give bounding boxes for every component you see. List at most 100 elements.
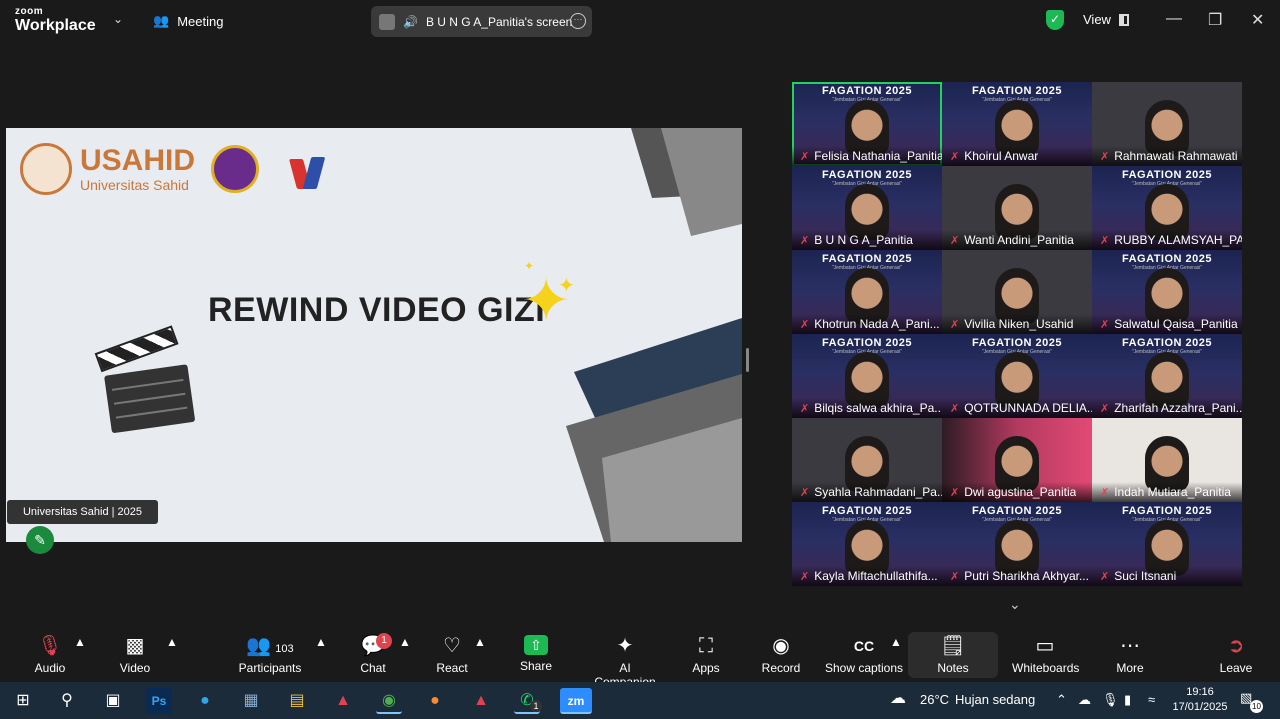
firefox-icon[interactable]: ●	[422, 688, 448, 714]
apps-button[interactable]: ⛶ Apps	[690, 635, 722, 675]
participant-tile[interactable]: FAGATION 2025"Jembatan Gizi Antar Genera…	[792, 334, 942, 418]
ai-companion-button[interactable]: ✦ AI Companion	[587, 635, 663, 689]
chevron-down-icon[interactable]: ⌄	[113, 12, 123, 26]
chat-label: Chat	[360, 661, 386, 675]
participant-tile[interactable]: FAGATION 2025"Jembatan Gizi Antar Genera…	[1092, 502, 1242, 586]
task-view-icon[interactable]: ▣	[100, 688, 126, 714]
mendeley-icon[interactable]: ▲	[468, 688, 494, 714]
acrobat-icon[interactable]: ▲	[330, 688, 356, 714]
participant-name: Syahla Rahmadani_Pa...	[814, 485, 942, 499]
participant-tile[interactable]: ✗ Indah Mutiara_Panitia	[1092, 418, 1242, 502]
leave-button[interactable]: ➲ Leave	[1218, 635, 1254, 675]
participant-namebar: ✗ Bilqis salwa akhira_Pa...	[792, 398, 942, 418]
notifications-icon[interactable]: ▧ 10	[1240, 690, 1263, 713]
participant-tile[interactable]: FAGATION 2025"Jembatan Gizi Antar Genera…	[942, 82, 1092, 166]
react-button[interactable]: ♡ React	[434, 635, 470, 675]
weather-cloud-icon: ☁	[890, 690, 906, 707]
file-explorer-icon[interactable]: ▤	[284, 688, 310, 714]
weather-temp[interactable]: 26°C	[920, 692, 949, 707]
participant-tile[interactable]: ✗ Wanti Andini_Panitia	[942, 166, 1092, 250]
participant-tile[interactable]: ✗ Rahmawati Rahmawati	[1092, 82, 1242, 166]
video-button[interactable]: ▩ Video	[115, 635, 155, 675]
whatsapp-icon[interactable]: ✆ 1	[514, 688, 542, 714]
wifi-icon[interactable]: ≈	[1148, 692, 1155, 707]
participant-tile[interactable]: FAGATION 2025"Jembatan Gizi Antar Genera…	[792, 502, 942, 586]
leave-door-icon: ➲	[1227, 635, 1245, 657]
mic-muted-icon: ✗	[950, 486, 960, 499]
whiteboards-button[interactable]: ▭ Whiteboards	[1012, 635, 1079, 675]
chat-options-caret-icon[interactable]: ▲	[399, 635, 411, 649]
participant-tile[interactable]: ✗ Vivilia Niken_Usahid	[942, 250, 1092, 334]
participant-tile[interactable]: FAGATION 2025"Jembatan Gizi Antar Genera…	[1092, 166, 1242, 250]
participant-tile[interactable]: FAGATION 2025"Jembatan Gizi Antar Genera…	[792, 82, 942, 166]
notification-count: 10	[1250, 700, 1263, 713]
more-button[interactable]: ⋯ More	[1112, 635, 1148, 675]
participant-tile[interactable]: FAGATION 2025"Jembatan Gizi Antar Genera…	[1092, 334, 1242, 418]
edge-browser-icon[interactable]: ●	[192, 688, 218, 714]
participant-name: Bilqis salwa akhira_Pa...	[814, 401, 942, 415]
mic-muted-icon: ✗	[1100, 402, 1110, 415]
meeting-toolbar: 🎙 Audio ▲ ▩ Video ▲ 👥 103 Participants ▲ …	[0, 627, 1280, 689]
participant-namebar: ✗ Vivilia Niken_Usahid	[942, 314, 1092, 334]
zoom-taskbar-icon[interactable]: zm	[560, 688, 592, 714]
split-view-handle[interactable]	[746, 348, 749, 372]
photoshop-icon[interactable]: Ps	[146, 688, 172, 714]
onedrive-icon[interactable]: ☁	[1078, 692, 1091, 708]
minimize-icon[interactable]: —	[1166, 10, 1182, 28]
react-options-caret-icon[interactable]: ▲	[474, 635, 486, 649]
close-icon[interactable]: ✕	[1251, 10, 1264, 30]
view-button[interactable]: View	[1083, 12, 1129, 27]
participant-namebar: ✗ Suci Itsnani	[1092, 566, 1242, 586]
audio-button[interactable]: 🎙 Audio	[30, 635, 70, 675]
microphone-icon[interactable]: 🎙	[1102, 692, 1119, 708]
battery-icon[interactable]: ▮	[1124, 692, 1131, 708]
apps-icon: ⛶	[699, 635, 713, 657]
search-icon[interactable]: ⚲	[54, 688, 80, 714]
tray-chevron-up-icon[interactable]: ⌃	[1056, 692, 1067, 708]
zoom-workplace-logo[interactable]: zoom Workplace	[15, 7, 96, 34]
mic-muted-icon: ✗	[800, 486, 810, 499]
participant-name: Indah Mutiara_Panitia	[1114, 485, 1231, 499]
share-button[interactable]: ⇧ Share	[518, 635, 554, 673]
system-clock[interactable]: 19:16 17/01/2025	[1172, 685, 1228, 715]
participant-namebar: ✗ Wanti Andini_Panitia	[942, 230, 1092, 250]
participant-tile[interactable]: ✗ Dwi agustina_Panitia	[942, 418, 1092, 502]
restore-icon[interactable]: ❐	[1208, 10, 1222, 30]
participant-tile[interactable]: ✗ Syahla Rahmadani_Pa...	[792, 418, 942, 502]
participant-namebar: ✗ Syahla Rahmadani_Pa...	[792, 482, 942, 502]
more-options-icon[interactable]: ···	[570, 13, 586, 29]
usahid-wordmark: USAHID Universitas Sahid	[80, 146, 195, 193]
gallery-scroll-down-icon[interactable]: ⌄	[1009, 596, 1021, 613]
meeting-info-button[interactable]: 👥 Meeting	[153, 13, 223, 29]
windows-start-icon[interactable]: ⊞	[10, 688, 36, 714]
brand-logos: USAHID Universitas Sahid	[20, 143, 329, 195]
participant-namebar: ✗ Khotrun Nada A_Pani...	[792, 314, 942, 334]
annotate-pencil-icon[interactable]: ✎	[26, 526, 54, 554]
whatsapp-badge: 1	[530, 700, 542, 712]
screen-share-pill[interactable]: 🔊 B U N G A_Panitia's screen ···	[371, 6, 592, 37]
notes-icon: 🗒	[940, 635, 966, 657]
captions-options-caret-icon[interactable]: ▲	[890, 635, 902, 649]
record-button[interactable]: ◉ Record	[760, 635, 802, 675]
chat-button[interactable]: 💬 1 Chat	[356, 633, 392, 675]
chrome-icon[interactable]: ◉	[376, 688, 402, 714]
store-icon[interactable]: ▦	[238, 688, 264, 714]
participant-tile[interactable]: FAGATION 2025"Jembatan Gizi Antar Genera…	[942, 502, 1092, 586]
participants-options-caret-icon[interactable]: ▲	[315, 635, 327, 649]
mic-muted-icon: ✗	[800, 570, 810, 583]
weather-text[interactable]: Hujan sedang	[955, 692, 1035, 707]
participant-namebar: ✗ Kayla Miftachullathifa...	[792, 566, 942, 586]
security-shield-icon[interactable]: ✓	[1046, 10, 1064, 30]
participant-tile[interactable]: FAGATION 2025"Jembatan Gizi Antar Genera…	[792, 166, 942, 250]
more-icon: ⋯	[1120, 635, 1140, 657]
participant-tile[interactable]: FAGATION 2025"Jembatan Gizi Antar Genera…	[1092, 250, 1242, 334]
audio-options-caret-icon[interactable]: ▲	[74, 635, 86, 649]
notes-button[interactable]: 🗒 Notes	[934, 635, 972, 675]
participants-button[interactable]: 👥 103 Participants	[238, 635, 302, 675]
video-options-caret-icon[interactable]: ▲	[166, 635, 178, 649]
participant-tile[interactable]: FAGATION 2025"Jembatan Gizi Antar Genera…	[942, 334, 1092, 418]
participant-tile[interactable]: FAGATION 2025"Jembatan Gizi Antar Genera…	[792, 250, 942, 334]
mic-muted-icon: ✗	[800, 150, 810, 163]
slide-footer-label: Universitas Sahid | 2025	[7, 500, 158, 524]
participant-name: B U N G A_Panitia	[814, 233, 913, 247]
